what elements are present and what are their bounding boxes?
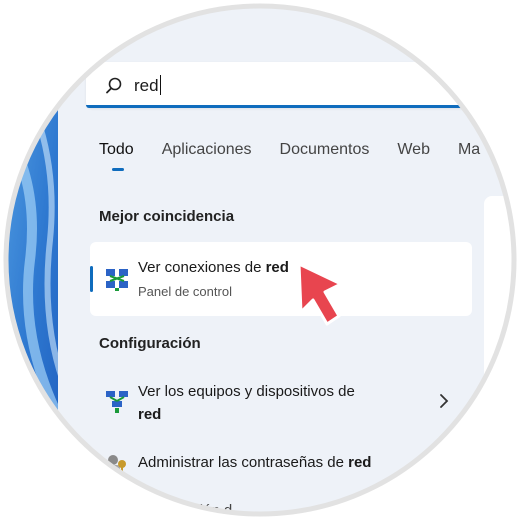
best-match-subtitle: Panel de control [138,284,232,299]
tab-more[interactable]: Ma [458,141,480,159]
network-connections-icon [106,269,128,291]
cursor-arrow-icon [297,262,343,326]
settings-item-passwords-label: Administrar las contraseñas de red [138,454,372,471]
text-caret [159,75,161,95]
selection-indicator [90,266,93,292]
active-tab-indicator [112,168,124,171]
search-focus-underline [86,105,520,108]
screenshot-stage: red Todo Aplicaciones Documentos Web Ma Mejo… [0,0,520,520]
tab-todo[interactable]: Todo [99,141,134,159]
tab-documentos[interactable]: Documentos [280,141,370,159]
best-match-heading: Mejor coincidencia [99,208,235,225]
network-devices-icon [106,391,128,413]
credential-manager-icon [108,455,126,474]
settings-item-devices-line1: Ver los equipos y dispositivos de [138,383,355,400]
search-box[interactable]: red [86,62,520,108]
search-input[interactable]: red [134,75,161,96]
search-icon [106,77,122,94]
tab-aplicaciones[interactable]: Aplicaciones [162,141,252,159]
search-query-text: red [134,76,159,95]
best-match-item[interactable]: Ver conexiones de red Panel de control [90,242,472,316]
settings-heading: Configuración [99,335,201,352]
best-match-title: Ver conexiones de red [138,259,289,276]
chevron-right-icon [440,394,449,408]
filter-tabs: Todo Aplicaciones Documentos Web Ma [99,141,508,159]
settings-item-devices-line2: red [138,406,162,423]
tab-web[interactable]: Web [397,141,430,159]
preview-pane [484,196,520,520]
settings-item-partial-label: ...protección d... [138,502,245,519]
